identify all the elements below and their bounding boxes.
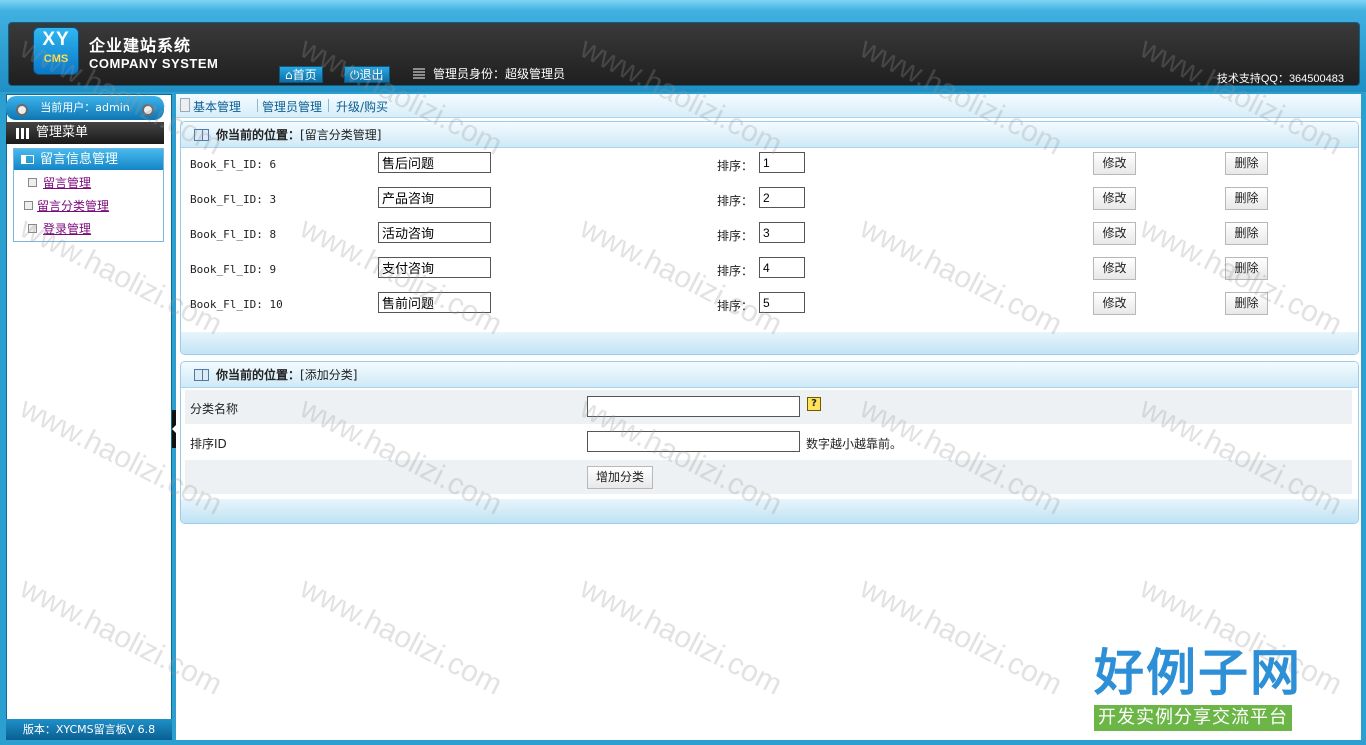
add-category-form: 分类名称 ? 排序ID 数字越小越靠前。 增加分类 bbox=[181, 388, 1358, 499]
edit-button[interactable]: 修改 bbox=[1093, 187, 1136, 210]
book-icon bbox=[194, 369, 209, 381]
panel-footer bbox=[181, 499, 1358, 523]
logout-button[interactable]: ⏻退出 bbox=[344, 66, 390, 83]
menu-group-title[interactable]: 留言信息管理 bbox=[14, 149, 163, 170]
category-name-field[interactable] bbox=[378, 222, 491, 243]
sort-field[interactable] bbox=[759, 292, 805, 313]
sort-label: 排序： bbox=[717, 299, 754, 313]
delete-button[interactable]: 删除 bbox=[1225, 152, 1268, 175]
sidebar-item-category-manage[interactable]: 留言分类管理 bbox=[37, 197, 109, 214]
nav-separator bbox=[257, 99, 258, 112]
version-info: 版本：XYCMS留言板V 6.8 bbox=[6, 719, 172, 740]
tree-icon bbox=[180, 98, 190, 112]
add-category-button[interactable]: 增加分类 bbox=[587, 466, 653, 489]
delete-button[interactable]: 删除 bbox=[1225, 222, 1268, 245]
category-id-label: Book_Fl_ID: 9 bbox=[190, 263, 277, 276]
add-category-panel: 你当前的位置：[添加分类] 分类名称 ? 排序ID 数字越小越靠前。 增加分类 bbox=[180, 361, 1359, 524]
form-row-name: 分类名称 ? bbox=[185, 390, 1352, 424]
home-icon: ⌂ bbox=[285, 68, 293, 82]
category-id-label: Book_Fl_ID: 8 bbox=[190, 228, 277, 241]
nav-separator bbox=[328, 99, 329, 112]
sort-field[interactable] bbox=[759, 187, 805, 208]
delete-button[interactable]: 删除 bbox=[1225, 257, 1268, 280]
power-icon: ⏻ bbox=[350, 68, 360, 82]
header-bar: XY CMS 企业建站系统 COMPANY SYSTEM ⌂首页 ⏻退出 管理员… bbox=[0, 0, 1366, 92]
category-name-field[interactable] bbox=[378, 187, 491, 208]
admin-role: 管理员身份：超级管理员 bbox=[413, 66, 565, 83]
category-id-label: Book_Fl_ID: 6 bbox=[190, 158, 277, 171]
edit-button[interactable]: 修改 bbox=[1093, 257, 1136, 280]
table-row: Book_Fl_ID: 8 排序： 修改 删除 bbox=[181, 220, 1358, 255]
sort-field[interactable] bbox=[759, 152, 805, 173]
panel-footer bbox=[181, 332, 1358, 354]
table-row: Book_Fl_ID: 6 排序： 修改 删除 bbox=[181, 150, 1358, 185]
edit-button[interactable]: 修改 bbox=[1093, 222, 1136, 245]
page-icon bbox=[28, 224, 37, 233]
book-icon bbox=[194, 129, 209, 141]
sort-field[interactable] bbox=[759, 222, 805, 243]
nav-upgrade-buy[interactable]: 升级/购买 bbox=[336, 98, 388, 115]
brand-title-en: COMPANY SYSTEM bbox=[89, 56, 219, 71]
category-id-label: Book_Fl_ID: 3 bbox=[190, 193, 277, 206]
brand-title-cn: 企业建站系统 bbox=[89, 36, 192, 55]
sort-label: 排序： bbox=[717, 229, 754, 243]
category-name-field[interactable] bbox=[378, 292, 491, 313]
form-row-sort: 排序ID 数字越小越靠前。 bbox=[185, 425, 1352, 459]
header-panel bbox=[8, 22, 1360, 86]
panel-icon bbox=[21, 155, 34, 164]
panel-header: 你当前的位置：[添加分类] bbox=[181, 362, 1358, 388]
page-icon bbox=[24, 201, 33, 210]
main-content: 基本管理 管理员管理 升级/购买 你当前的位置：[留言分类管理] Book_Fl… bbox=[176, 94, 1361, 740]
delete-button[interactable]: 删除 bbox=[1225, 187, 1268, 210]
sidebar-item-login-manage[interactable]: 登录管理 bbox=[43, 220, 91, 237]
sort-field[interactable] bbox=[759, 257, 805, 278]
sort-label: 排序： bbox=[717, 194, 754, 208]
edit-button[interactable]: 修改 bbox=[1093, 292, 1136, 315]
category-name-field[interactable] bbox=[378, 152, 491, 173]
edit-button[interactable]: 修改 bbox=[1093, 152, 1136, 175]
sidebar-item-message-manage[interactable]: 留言管理 bbox=[43, 174, 91, 191]
sort-hint: 数字越小越靠前。 bbox=[806, 437, 903, 451]
menu-title[interactable]: 管理菜单 bbox=[6, 122, 164, 144]
home-button[interactable]: ⌂首页 bbox=[279, 66, 323, 83]
form-row-submit: 增加分类 bbox=[185, 460, 1352, 494]
top-navigation: 基本管理 管理员管理 升级/购买 bbox=[176, 94, 1361, 118]
grid-icon bbox=[16, 128, 29, 139]
category-id-label: Book_Fl_ID: 10 bbox=[190, 298, 283, 311]
table-row: Book_Fl_ID: 3 排序： 修改 删除 bbox=[181, 185, 1358, 220]
sort-id-input[interactable] bbox=[587, 431, 800, 452]
nav-basic-manage[interactable]: 基本管理 bbox=[193, 98, 241, 115]
pin-icon bbox=[16, 104, 28, 116]
category-name-input[interactable] bbox=[587, 396, 800, 417]
support-contact: 技术支持QQ：364500483 bbox=[1216, 73, 1344, 85]
sort-label: 排序： bbox=[717, 159, 754, 173]
category-name-field[interactable] bbox=[378, 257, 491, 278]
category-rows: Book_Fl_ID: 6排序：修改删除Book_Fl_ID: 3排序：修改删除… bbox=[181, 148, 1358, 332]
help-icon[interactable]: ? bbox=[807, 397, 821, 411]
page-icon bbox=[28, 178, 37, 187]
panel-header: 你当前的位置：[留言分类管理] bbox=[181, 122, 1358, 148]
logo: XY CMS bbox=[33, 27, 79, 75]
current-user-bar: 当前用户：admin bbox=[6, 96, 164, 120]
table-row: Book_Fl_ID: 9 排序： 修改 删除 bbox=[181, 255, 1358, 290]
category-list-panel: 你当前的位置：[留言分类管理] Book_Fl_ID: 6排序：修改删除Book… bbox=[180, 121, 1359, 355]
delete-button[interactable]: 删除 bbox=[1225, 292, 1268, 315]
sort-label: 排序： bbox=[717, 264, 754, 278]
nav-admin-manage[interactable]: 管理员管理 bbox=[262, 98, 322, 115]
pin-icon bbox=[142, 104, 154, 116]
list-icon bbox=[413, 68, 425, 79]
table-row: Book_Fl_ID: 10 排序： 修改 删除 bbox=[181, 290, 1358, 325]
